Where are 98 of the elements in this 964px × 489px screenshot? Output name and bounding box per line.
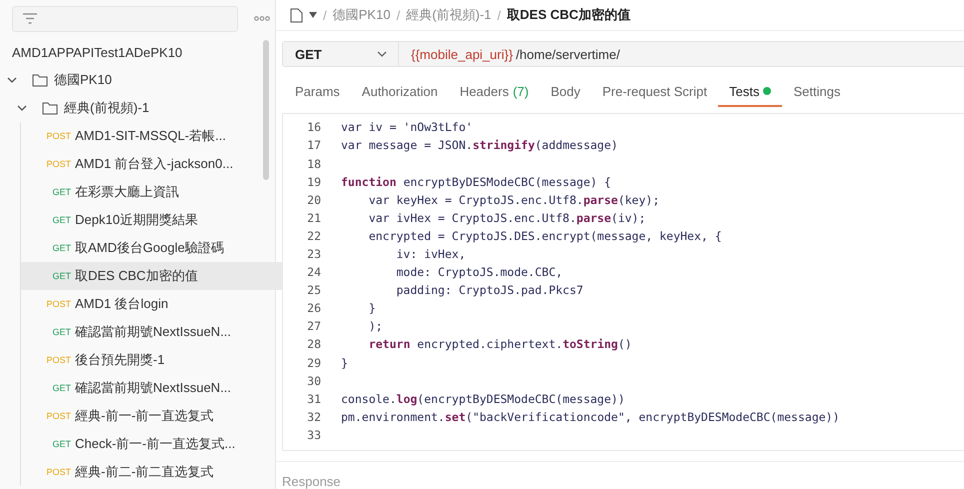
method-label: GET (51, 383, 71, 393)
code-line: iv: ivHex, (395, 247, 466, 262)
method-label: GET (51, 327, 71, 337)
tab[interactable]: Params (284, 77, 351, 108)
request-item[interactable]: POST AMD1 前台登入-jackson0... (21, 150, 283, 178)
line-number: 25 (306, 283, 321, 298)
line-number: 21 (306, 210, 321, 225)
line-number: 33 (306, 428, 321, 442)
request-item[interactable]: POST 經典-前一-前一直选复式 (21, 402, 283, 430)
document-icon (290, 8, 303, 23)
method-label: POST (45, 467, 71, 477)
method-label: POST (45, 411, 71, 421)
line-number: 31 (306, 392, 321, 406)
request-item[interactable]: GET 確認當前期號NextIssueN... (21, 318, 283, 346)
code-line: var iv = 'nOw3tLfo' (340, 120, 473, 134)
code-line: function encryptByDESModeCBC(message) { (340, 174, 612, 189)
breadcrumb-separator: / (497, 8, 501, 23)
request-item[interactable]: POST 後台預先開獎-1 (21, 346, 283, 374)
line-number: 18 (306, 156, 321, 171)
method-label: GET (51, 439, 71, 449)
folder-icon (42, 101, 58, 115)
request-name: 確認當前期號NextIssueN... (75, 379, 232, 397)
request-item[interactable]: GET Check-前一-前一直选复式... (21, 430, 283, 458)
code-line: } (340, 356, 348, 370)
line-number: 30 (306, 374, 321, 388)
request-name: 後台預先開獎-1 (75, 351, 165, 369)
code-line: return encrypted.ciphertext.toString() (368, 337, 632, 352)
code-line: console.log(encryptByDESModeCBC(message)) (340, 392, 625, 406)
line-number: 27 (306, 319, 321, 334)
folder-item[interactable]: 德國PK10 (0, 66, 262, 94)
request-name: 取DES CBC加密的值 (75, 267, 198, 285)
tab[interactable]: Headers (7) (448, 77, 540, 108)
scrollbar[interactable] (263, 40, 269, 180)
folder-name: 經典(前視頻)-1 (64, 99, 150, 117)
request-item[interactable]: POST AMD1-SIT-MSSQL-若帳... (21, 122, 283, 150)
line-number: 19 (306, 174, 321, 189)
folder-icon (32, 73, 48, 87)
request-item[interactable]: GET Depk10近期開獎結果 (21, 206, 283, 234)
request-item[interactable]: GET 在彩票大廳上資訊 (21, 178, 283, 206)
request-item[interactable]: POST AMD1 後台login (21, 290, 283, 318)
code-line: var keyHex = CryptoJS.enc.Utf8.parse(key); (368, 192, 660, 207)
code-line: var ivHex = CryptoJS.enc.Utf8.parse(iv); (368, 210, 646, 225)
line-number: 29 (306, 356, 321, 370)
line-number: 23 (306, 247, 321, 262)
line-number: 22 (306, 228, 321, 243)
request-name: Depk10近期開獎結果 (75, 211, 198, 229)
request-name: AMD1 後台login (75, 295, 168, 313)
request-name: 確認當前期號NextIssueN... (75, 323, 232, 341)
tab[interactable]: Settings (782, 77, 852, 108)
tab[interactable]: Body (540, 77, 592, 108)
request-item[interactable]: GET 確認當前期號NextIssueN... (21, 374, 283, 402)
line-number: 17 (306, 138, 321, 152)
code-line: mode: CryptoJS.mode.CBC, (395, 265, 563, 280)
code-line: pm.environment.set("backVerificationcode", encryptByDESModeCBC(message)) (340, 410, 840, 424)
method-label: POST (45, 355, 71, 365)
code-line: ); (368, 319, 383, 334)
breadcrumb-item[interactable]: 德國PK10 (332, 6, 390, 24)
caret-icon[interactable] (309, 12, 317, 18)
line-number: 24 (306, 265, 321, 280)
request-name: AMD1 前台登入-jackson0... (75, 155, 234, 173)
filter-field[interactable] (12, 6, 238, 32)
line-number: 26 (306, 301, 321, 316)
code-line: padding: CryptoJS.pad.Pkcs7 (395, 283, 584, 298)
method-label: GET (51, 215, 71, 225)
breadcrumb-separator: / (323, 8, 327, 23)
breadcrumb-item[interactable]: 經典(前視頻)-1 (406, 6, 492, 24)
tab[interactable]: Authorization (350, 77, 449, 108)
tab[interactable]: Tests (718, 77, 782, 108)
folder-item[interactable]: 經典(前視頻)-1 (0, 94, 262, 122)
method-label: GET (51, 271, 71, 281)
request-name: 在彩票大廳上資訊 (75, 183, 179, 201)
collection-name[interactable]: AMD1APPAPITest1ADePK10 (0, 38, 275, 66)
method-label: GET (51, 243, 71, 253)
request-name: Check-前一-前一直选复式... (75, 435, 236, 453)
line-number: 16 (306, 120, 321, 134)
request-item[interactable]: GET 取DES CBC加密的值 (21, 262, 283, 290)
breadcrumb-item[interactable]: 取DES CBC加密的值 (506, 6, 630, 24)
filter-icon (23, 13, 37, 24)
method-label: GET (51, 187, 71, 197)
code-line: } (368, 301, 376, 316)
method-label: POST (45, 299, 71, 309)
tab[interactable]: Pre-request Script (591, 77, 718, 108)
request-name: 經典-前一-前一直选复式 (75, 407, 214, 425)
method-label: POST (45, 131, 71, 141)
breadcrumb-separator: / (396, 8, 400, 23)
code-line: var message = JSON.stringify(addmessage) (340, 138, 618, 152)
folder-name: 德國PK10 (54, 71, 112, 89)
request-name: 經典-前二-前二直选复式 (75, 463, 214, 481)
method-label: POST (45, 159, 71, 169)
line-number: 28 (306, 337, 321, 352)
line-number: 20 (306, 192, 321, 207)
more-icon (254, 16, 270, 21)
tab-count: (7) (512, 84, 529, 99)
code-line: encrypted = CryptoJS.DES.encrypt(message, keyHex, { (368, 228, 722, 243)
line-number: 32 (306, 410, 321, 424)
request-name: AMD1-SIT-MSSQL-若帳... (75, 127, 226, 145)
request-item[interactable]: GET 取AMD後台Google驗證碼 (21, 234, 283, 262)
request-name: 取AMD後台Google驗證碼 (75, 239, 224, 257)
